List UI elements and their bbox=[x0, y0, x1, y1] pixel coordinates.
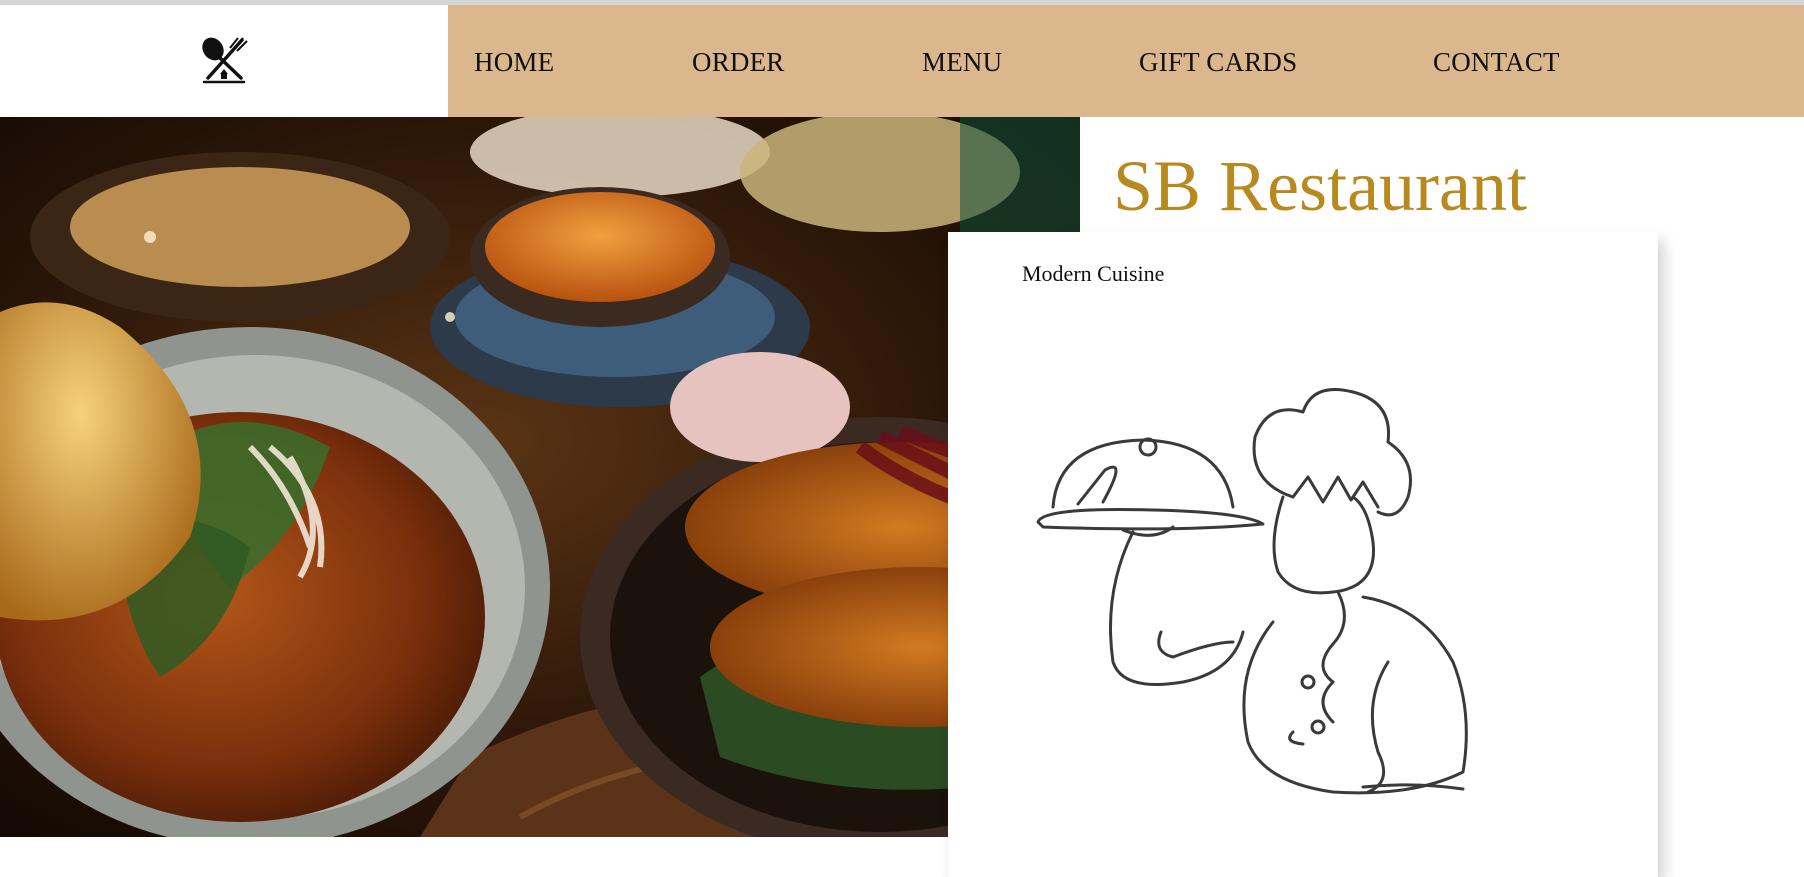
main-navigation: HOME ORDER MENU GIFT CARDS CONTACT bbox=[448, 5, 1804, 117]
logo-link[interactable] bbox=[0, 5, 448, 117]
hero-image bbox=[0, 117, 1080, 837]
chef-line-art-illustration bbox=[1036, 388, 1468, 795]
feature-card: Modern Cuisine bbox=[948, 232, 1658, 877]
crossed-spoon-fork-logo-icon bbox=[202, 37, 248, 84]
nav-menu[interactable]: MENU bbox=[922, 47, 1002, 78]
nav-order[interactable]: ORDER bbox=[692, 47, 785, 78]
food-table-photo bbox=[0, 117, 1080, 837]
card-caption: Modern Cuisine bbox=[1022, 261, 1165, 286]
page-title: SB Restaurant bbox=[1113, 146, 1527, 226]
nav-home[interactable]: HOME bbox=[474, 47, 554, 78]
nav-contact[interactable]: CONTACT bbox=[1433, 47, 1560, 78]
nav-gift-cards[interactable]: GIFT CARDS bbox=[1139, 47, 1297, 78]
